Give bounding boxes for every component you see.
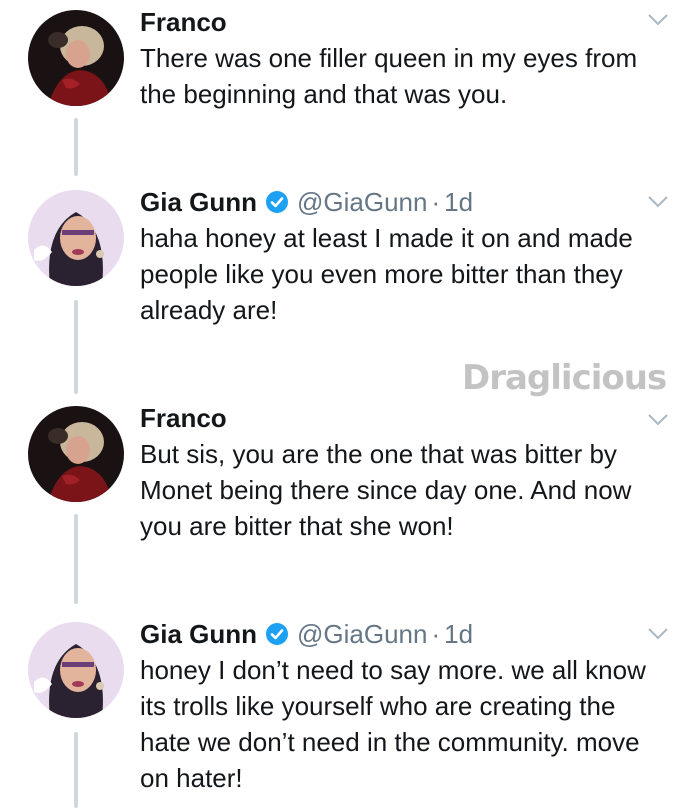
timestamp[interactable]: 1d — [444, 618, 473, 650]
tweet-header: Franco — [140, 402, 227, 434]
avatar[interactable] — [28, 190, 124, 286]
tweet[interactable]: Franco There was one filler queen in my … — [0, 0, 696, 180]
tweet-header: Gia Gunn @GiaGunn · 1d — [140, 186, 473, 218]
tweet-header: Gia Gunn @GiaGunn · 1d — [140, 618, 473, 650]
avatar[interactable] — [28, 10, 124, 106]
tweet-text: But sis, you are the one that was bitter… — [140, 439, 632, 541]
watermark-logo: Draglicious — [462, 358, 667, 398]
verified-badge-icon — [266, 623, 288, 645]
gia-gunn-avatar-icon — [28, 622, 124, 718]
tweet-text: There was one filler queen in my eyes fr… — [140, 43, 638, 109]
franco-avatar-icon — [28, 406, 124, 502]
gia-gunn-avatar-icon — [28, 190, 124, 286]
user-name[interactable]: Gia Gunn — [140, 618, 257, 650]
tweet-text: honey I don’t need to say more. we all k… — [140, 655, 646, 793]
tweet[interactable]: Gia Gunn @GiaGunn · 1d honey I don’t nee… — [0, 610, 696, 808]
chevron-down-icon[interactable] — [646, 194, 670, 210]
user-name[interactable]: Franco — [140, 6, 227, 38]
chevron-down-icon[interactable] — [646, 412, 670, 428]
user-name[interactable]: Gia Gunn — [140, 186, 257, 218]
user-handle[interactable]: @GiaGunn — [297, 618, 427, 650]
chevron-down-icon[interactable] — [646, 626, 670, 642]
avatar[interactable] — [28, 622, 124, 718]
timestamp[interactable]: 1d — [444, 186, 473, 218]
separator-dot: · — [431, 187, 441, 217]
verified-badge-icon — [266, 191, 288, 213]
franco-avatar-icon — [28, 10, 124, 106]
tweet[interactable]: Franco But sis, you are the one that was… — [0, 396, 696, 610]
tweet-header: Franco — [140, 6, 227, 38]
user-name[interactable]: Franco — [140, 402, 227, 434]
tweet-text: haha honey at least I made it on and mad… — [140, 223, 633, 325]
chevron-down-icon[interactable] — [646, 12, 670, 28]
avatar[interactable] — [28, 406, 124, 502]
user-handle[interactable]: @GiaGunn — [297, 186, 427, 218]
separator-dot: · — [431, 619, 441, 649]
